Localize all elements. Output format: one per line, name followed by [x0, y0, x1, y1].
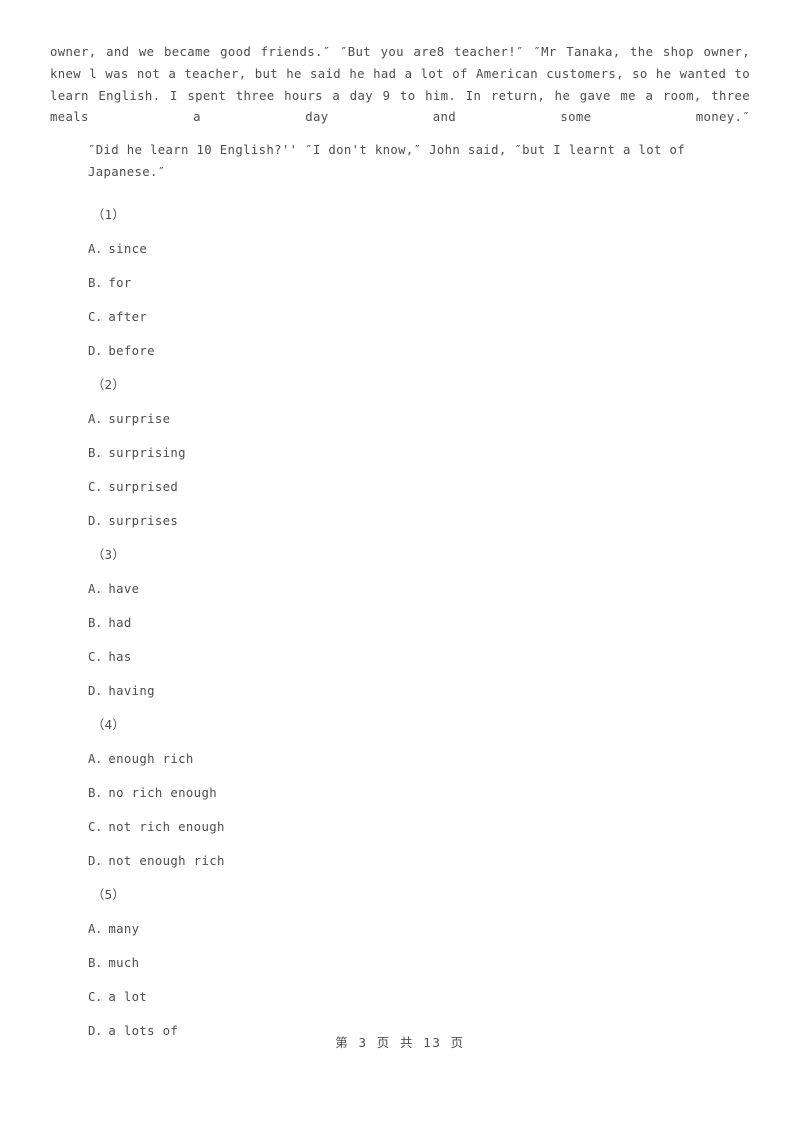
page-footer: 第 3 页 共 13 页	[0, 1032, 800, 1051]
question-number-5: （5）	[92, 887, 126, 902]
question-4-option-d[interactable]: D．not enough rich	[50, 844, 750, 878]
question-2-option-b[interactable]: B．surprising	[50, 436, 750, 470]
question-3-option-b[interactable]: B．had	[50, 606, 750, 640]
question-1-option-c[interactable]: C．after	[50, 300, 750, 334]
page-content: owner, and we became good friends.″ ″But…	[50, 42, 750, 1048]
question-3-option-d[interactable]: D．having	[50, 674, 750, 708]
question-group-1: （1） A．since B．for C．after D．before	[50, 198, 750, 368]
question-4-option-b[interactable]: B．no rich enough	[50, 776, 750, 810]
question-1-option-a[interactable]: A．since	[50, 232, 750, 266]
document-page: owner, and we became good friends.″ ″But…	[0, 0, 800, 1132]
question-2-option-d[interactable]: D．surprises	[50, 504, 750, 538]
question-5-option-c[interactable]: C．a lot	[50, 980, 750, 1014]
question-1-option-b[interactable]: B．for	[50, 266, 750, 300]
question-number-4: （4）	[92, 717, 126, 732]
reading-passage-dialogue: ″Did he learn 10 English?'' ″I don't kno…	[88, 143, 686, 179]
question-3-option-c[interactable]: C．has	[50, 640, 750, 674]
question-2-option-a[interactable]: A．surprise	[50, 402, 750, 436]
question-5-option-b[interactable]: B．much	[50, 946, 750, 980]
question-number-1: （1）	[92, 207, 126, 222]
question-number-2: （2）	[92, 377, 126, 392]
question-group-2: （2） A．surprise B．surprising C．surprised …	[50, 368, 750, 538]
question-3-option-a[interactable]: A．have	[50, 572, 750, 606]
reading-passage-continued: owner, and we became good friends.″ ″But…	[50, 45, 750, 125]
question-2-option-c[interactable]: C．surprised	[50, 470, 750, 504]
question-group-5: （5） A．many B．much C．a lot D．a lots of	[50, 878, 750, 1048]
question-group-3: （3） A．have B．had C．has D．having	[50, 538, 750, 708]
question-4-option-c[interactable]: C．not rich enough	[50, 810, 750, 844]
question-number-3: （3）	[92, 547, 126, 562]
page-number-label: 第 3 页 共 13 页	[335, 1035, 465, 1050]
question-1-option-d[interactable]: D．before	[50, 334, 750, 368]
question-4-option-a[interactable]: A．enough rich	[50, 742, 750, 776]
question-5-option-a[interactable]: A．many	[50, 912, 750, 946]
question-list: （1） A．since B．for C．after D．before （2） A…	[50, 198, 750, 1048]
question-group-4: （4） A．enough rich B．no rich enough C．not…	[50, 708, 750, 878]
